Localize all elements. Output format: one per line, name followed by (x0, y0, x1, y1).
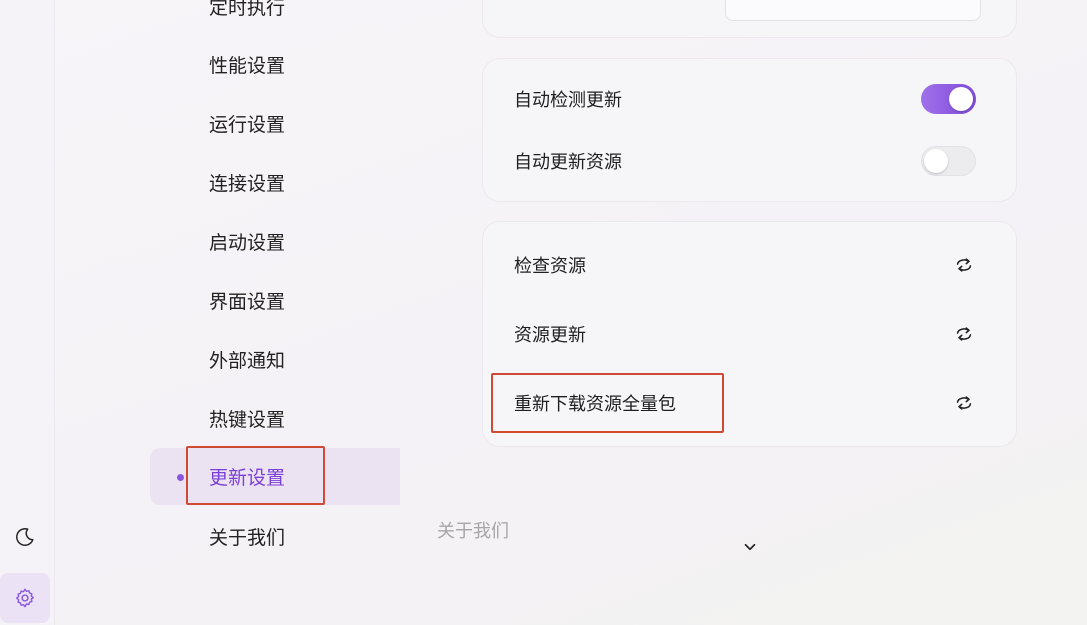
auto-check-label: 自动检测更新 (514, 90, 622, 111)
partial-input-field[interactable] (725, 0, 981, 21)
nav-item-hotkey[interactable]: 热键设置 (150, 390, 400, 447)
toggle-knob (949, 87, 973, 111)
check-resource-row[interactable]: 检查资源 (514, 253, 976, 277)
nav-item-scheduled[interactable]: 定时执行 (150, 0, 400, 35)
refresh-icon[interactable] (952, 253, 976, 277)
nav-item-label: 运行设置 (209, 114, 286, 136)
auto-update-resource-toggle[interactable] (921, 146, 976, 176)
settings-nav: 定时执行 性能设置 运行设置 连接设置 启动设置 界面设置 外部通知 热键设置 … (150, 0, 400, 625)
gear-icon (15, 588, 35, 608)
nav-item-notification[interactable]: 外部通知 (150, 331, 400, 388)
highlight-box-update-nav (186, 446, 325, 505)
check-resource-label: 检查资源 (514, 256, 586, 277)
settings-button[interactable] (0, 573, 50, 623)
nav-item-label: 定时执行 (209, 0, 286, 19)
auto-check-toggle[interactable] (921, 84, 976, 114)
nav-item-about[interactable]: 关于我们 (150, 508, 400, 565)
nav-item-performance[interactable]: 性能设置 (150, 36, 400, 93)
nav-item-interface[interactable]: 界面设置 (150, 272, 400, 329)
update-resource-label: 资源更新 (514, 325, 586, 346)
icon-rail (0, 0, 55, 625)
nav-item-label: 界面设置 (209, 291, 286, 313)
nav-item-label: 热键设置 (209, 409, 286, 431)
refresh-icon[interactable] (952, 322, 976, 346)
auto-check-row: 自动检测更新 (514, 84, 976, 114)
nav-item-run[interactable]: 运行设置 (150, 95, 400, 152)
nav-item-label: 外部通知 (209, 350, 286, 372)
nav-item-label: 连接设置 (209, 173, 286, 195)
about-section-heading: 关于我们 (437, 521, 509, 542)
chevron-down-icon[interactable] (741, 538, 759, 556)
auto-update-resource-row: 自动更新资源 (514, 146, 976, 176)
nav-item-label: 启动设置 (209, 232, 286, 254)
nav-item-label: 性能设置 (209, 55, 286, 77)
update-toggles-card: 自动检测更新 自动更新资源 (482, 58, 1017, 202)
theme-toggle-button[interactable] (0, 512, 50, 562)
previous-section-card (482, 0, 1017, 38)
toggle-knob (924, 149, 948, 173)
nav-item-startup[interactable]: 启动设置 (150, 213, 400, 270)
moon-icon (16, 528, 34, 546)
nav-item-connection[interactable]: 连接设置 (150, 154, 400, 211)
refresh-icon[interactable] (952, 391, 976, 415)
auto-update-resource-label: 自动更新资源 (514, 152, 622, 173)
nav-item-label: 关于我们 (209, 527, 286, 549)
update-resource-row[interactable]: 资源更新 (514, 322, 976, 346)
active-dot (177, 474, 184, 481)
highlight-box-redownload (491, 373, 724, 433)
